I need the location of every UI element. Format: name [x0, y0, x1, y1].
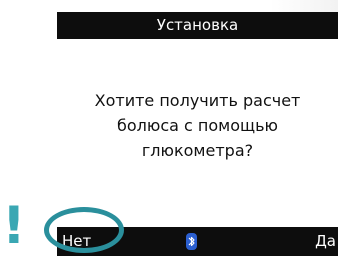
softkey-bar: Нет Да [57, 227, 338, 256]
device-screen: Установка Хотите получить расчет болюса … [57, 12, 338, 256]
yes-softkey[interactable]: Да [315, 227, 336, 256]
bluetooth-icon [186, 233, 197, 250]
no-softkey[interactable]: Нет [62, 227, 91, 256]
exclamation-annotation: ! [2, 196, 26, 256]
screenshot-stage: ! Установка Хотите получить расчет болюс… [0, 0, 338, 256]
screen-title: Установка [156, 16, 239, 34]
title-bar: Установка [57, 12, 338, 39]
confirmation-message: Хотите получить расчет болюса с помощью … [94, 91, 301, 160]
